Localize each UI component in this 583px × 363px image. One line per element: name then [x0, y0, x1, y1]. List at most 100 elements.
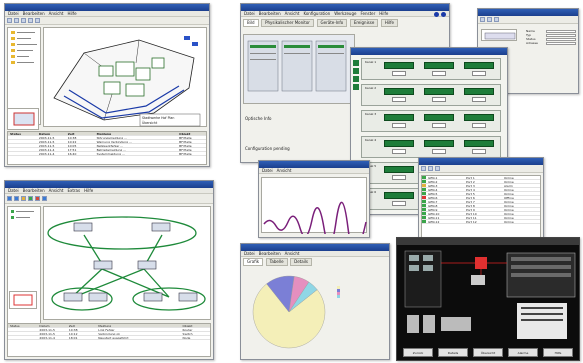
- nav-button[interactable]: Alarme: [508, 348, 538, 357]
- toolbar-button[interactable]: [14, 196, 19, 201]
- menu-item[interactable]: Bearbeiten: [23, 188, 45, 193]
- tab-help[interactable]: Hilfe: [380, 19, 399, 27]
- toolbar-button[interactable]: [7, 196, 12, 201]
- tab-physical-monitor[interactable]: Physikalischer Monitor: [261, 19, 314, 27]
- toolbar-button[interactable]: [421, 166, 426, 171]
- table-row[interactable]: GEN-12 Port 12 Online: [422, 220, 540, 224]
- value-field[interactable]: [432, 123, 446, 128]
- channel-card[interactable]: Kanal 4: [361, 136, 501, 158]
- network-diagram[interactable]: [44, 207, 212, 321]
- tab-details[interactable]: Details: [290, 258, 313, 266]
- value-field[interactable]: [472, 149, 486, 154]
- column-header[interactable]: Meldung: [95, 132, 178, 135]
- menu-item[interactable]: Konfiguration: [303, 11, 330, 16]
- toolbar-button[interactable]: [35, 196, 40, 201]
- column-header[interactable]: Objekt: [181, 324, 210, 327]
- column-header[interactable]: Meldung: [96, 324, 180, 327]
- side-tool-button[interactable]: [353, 84, 359, 90]
- menu-item[interactable]: Werkzeuge: [334, 11, 356, 16]
- value-field[interactable]: [432, 149, 446, 154]
- value-field[interactable]: [472, 71, 486, 76]
- menu-item[interactable]: Ansicht: [285, 251, 300, 256]
- nav-button[interactable]: Zurück: [403, 348, 433, 357]
- overview-thumbnail[interactable]: [9, 291, 37, 309]
- menu-item[interactable]: Datei: [244, 11, 255, 16]
- value-field[interactable]: [432, 71, 446, 76]
- trend-area[interactable]: [261, 177, 367, 237]
- value-field[interactable]: [392, 175, 406, 180]
- value-field[interactable]: [392, 97, 406, 102]
- menu-item[interactable]: Extras: [67, 188, 80, 193]
- menu-item[interactable]: Datei: [8, 188, 19, 193]
- value-field[interactable]: [392, 201, 406, 206]
- tab-events[interactable]: Ereignisse: [349, 19, 379, 27]
- site-plan-drawing[interactable]: Stadtwerke Hof Plan Übersicht: [44, 28, 208, 128]
- toolbar-button[interactable]: [28, 196, 33, 201]
- address-field[interactable]: [546, 41, 576, 45]
- menu-item[interactable]: Ansicht: [285, 11, 300, 16]
- value-field[interactable]: [392, 71, 406, 76]
- toolbar-button[interactable]: [7, 18, 12, 23]
- menu-item[interactable]: Bearbeiten: [23, 11, 45, 16]
- value-field[interactable]: [472, 123, 486, 128]
- type-field[interactable]: [546, 33, 576, 37]
- name-field[interactable]: [546, 29, 576, 33]
- column-header[interactable]: Zeit: [67, 324, 96, 327]
- menu-item[interactable]: Datei: [244, 251, 255, 256]
- nav-button[interactable]: Hilfe: [543, 348, 573, 357]
- table-row[interactable]: 2003-11-4 16:40 Systemmeldung ... BF/Halle: [8, 152, 206, 156]
- topology-canvas[interactable]: [43, 206, 211, 320]
- tab-device-info[interactable]: Geräte-Info: [316, 19, 348, 27]
- event-list[interactable]: Status Datum Zeit Meldung Objekt 2003-11…: [7, 131, 207, 165]
- overview-map-thumbnail[interactable]: [7, 108, 39, 130]
- column-header[interactable]: Status: [8, 324, 37, 327]
- toolbar-button[interactable]: [435, 166, 440, 171]
- column-header[interactable]: Datum: [37, 324, 66, 327]
- menu-item[interactable]: Hilfe: [84, 188, 93, 193]
- menu-item[interactable]: Datei: [8, 11, 19, 16]
- nav-button[interactable]: Übersicht: [473, 348, 503, 357]
- tab-bild[interactable]: Bild: [243, 19, 259, 27]
- table-row[interactable]: 2003-11-4 18:01 Neustart ausgeführt Node: [8, 336, 210, 340]
- tree-view[interactable]: [8, 28, 42, 88]
- value-field[interactable]: [472, 97, 486, 102]
- menu-item[interactable]: Ansicht: [277, 168, 292, 173]
- menu-item[interactable]: Ansicht: [49, 188, 64, 193]
- toolbar-button[interactable]: [494, 17, 499, 22]
- toolbar-button[interactable]: [480, 17, 485, 22]
- channel-card[interactable]: Kanal 1: [361, 58, 501, 80]
- side-tool-button[interactable]: [353, 76, 359, 82]
- rack-view[interactable]: [243, 34, 355, 104]
- toolbar-button[interactable]: [21, 18, 26, 23]
- side-tool-button[interactable]: [353, 68, 359, 74]
- toolbar-button[interactable]: [487, 17, 492, 22]
- channel-card[interactable]: Kanal 2: [361, 84, 501, 106]
- menu-item[interactable]: Ansicht: [49, 11, 64, 16]
- menu-item[interactable]: Bearbeiten: [259, 251, 281, 256]
- column-header[interactable]: Objekt: [177, 132, 206, 135]
- menu-item[interactable]: Fenster: [360, 11, 375, 16]
- value-field[interactable]: [432, 97, 446, 102]
- tab-graphic[interactable]: Grafik: [243, 258, 264, 266]
- tab-table[interactable]: Tabelle: [265, 258, 288, 266]
- tree-panel[interactable]: [7, 206, 41, 331]
- toolbar-button[interactable]: [14, 18, 19, 23]
- column-header[interactable]: Status: [8, 132, 37, 135]
- side-tool-button[interactable]: [353, 60, 359, 66]
- info-icon[interactable]: [441, 12, 446, 17]
- toolbar-button[interactable]: [35, 18, 40, 23]
- toolbar-button[interactable]: [42, 196, 47, 201]
- menu-item[interactable]: Datei: [262, 168, 273, 173]
- toolbar-button[interactable]: [428, 166, 433, 171]
- menu-item[interactable]: Hilfe: [67, 11, 76, 16]
- column-header[interactable]: Zeit: [66, 132, 95, 135]
- menu-item[interactable]: Hilfe: [379, 11, 388, 16]
- channel-card[interactable]: Kanal 3: [361, 110, 501, 132]
- event-list[interactable]: Status Datum Zeit Meldung Objekt 2003-11…: [7, 323, 211, 357]
- toolbar-button[interactable]: [21, 196, 26, 201]
- toolbar-button[interactable]: [28, 18, 33, 23]
- value-field[interactable]: [392, 149, 406, 154]
- value-field[interactable]: [392, 123, 406, 128]
- site-map-canvas[interactable]: Stadtwerke Hof Plan Übersicht: [43, 27, 207, 127]
- plant-schematic[interactable]: [397, 245, 580, 361]
